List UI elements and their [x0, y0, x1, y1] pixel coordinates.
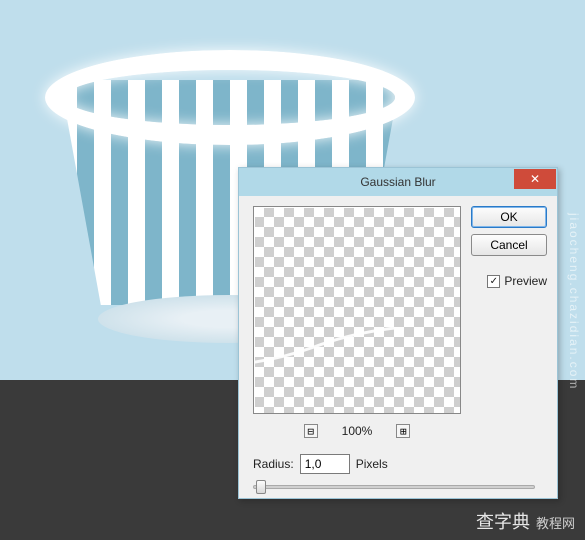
dialog-body: ⊟ 100% ⊞ OK Cancel ✓ Preview Radius: Pix…: [239, 196, 557, 498]
gaussian-blur-dialog: Gaussian Blur ✕ ⊟ 100% ⊞ OK Cancel: [238, 167, 558, 499]
radius-input[interactable]: [300, 454, 350, 474]
minus-icon: ⊟: [307, 425, 314, 438]
preview-area[interactable]: [253, 206, 461, 414]
zoom-out-button[interactable]: ⊟: [304, 424, 318, 438]
dialog-title: Gaussian Blur: [360, 175, 435, 189]
ok-button[interactable]: OK: [471, 206, 547, 228]
radius-row: Radius: Pixels: [253, 454, 388, 474]
cancel-button[interactable]: Cancel: [471, 234, 547, 256]
checkmark-icon: ✓: [490, 276, 498, 287]
watermark-url: jiaocheng.chazidian.com: [567, 213, 581, 390]
zoom-level: 100%: [342, 424, 373, 438]
dialog-buttons: OK Cancel: [471, 206, 547, 256]
close-icon: ✕: [530, 172, 540, 186]
cancel-label: Cancel: [490, 238, 527, 252]
radius-slider[interactable]: [253, 480, 535, 494]
preview-stroke: [253, 327, 404, 377]
slider-thumb[interactable]: [256, 480, 266, 494]
dialog-titlebar[interactable]: Gaussian Blur ✕: [239, 168, 557, 196]
close-button[interactable]: ✕: [514, 169, 556, 189]
preview-label: Preview: [504, 274, 547, 288]
radius-label: Radius:: [253, 457, 294, 471]
ok-label: OK: [500, 210, 517, 224]
radius-unit: Pixels: [356, 457, 388, 471]
preview-checkbox-row[interactable]: ✓ Preview: [487, 274, 547, 288]
zoom-controls: ⊟ 100% ⊞: [253, 420, 461, 442]
preview-checkbox[interactable]: ✓: [487, 275, 500, 288]
cup-rim: [45, 50, 415, 145]
zoom-in-button[interactable]: ⊞: [396, 424, 410, 438]
slider-groove: [253, 485, 535, 489]
plus-icon: ⊞: [400, 425, 407, 438]
